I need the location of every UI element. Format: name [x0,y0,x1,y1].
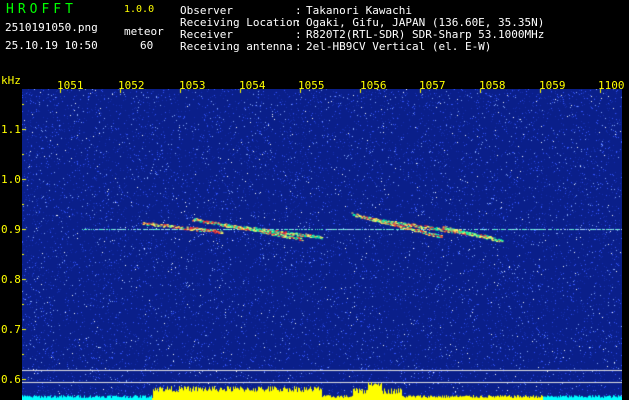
header-panel: HROFFT 1.0.0 2510191050.png 25.10.19 10:… [0,0,629,76]
spectrogram-waterfall [22,89,622,400]
app-version: 1.0.0 [124,4,155,15]
meteor-label: meteor [124,25,164,38]
app-logo: HROFFT [6,2,77,17]
date-time: 25.10.19 10:50 [5,39,98,52]
y-tick-label: 0.8 [1,273,21,286]
y-tick-label: 0.7 [1,323,21,336]
y-tick-label: 1.0 [1,173,21,186]
field-sep-antenna: : [295,40,302,53]
meteor-count: 60 [140,39,154,52]
field-label-antenna: Receiving antenna [180,40,293,53]
y-tick-label: 1.1 [1,123,21,136]
field-value-antenna: 2el-HB9CV Vertical (el. E-W) [306,40,492,53]
y-tick-label: 0.9 [1,223,21,236]
file-name: 2510191050.png [5,21,98,34]
y-axis-unit: kHz [1,74,21,87]
y-tick-label: 0.6 [1,373,21,386]
